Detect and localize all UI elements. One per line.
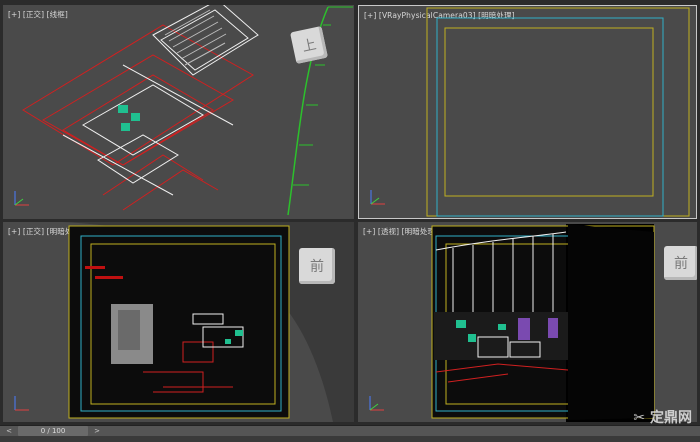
watermark-text: 定鼎网 [650,410,692,426]
time-slider[interactable]: < 0 / 100 > [0,425,700,442]
time-slider-track[interactable] [0,426,700,436]
prev-frame-button[interactable]: < [4,426,14,436]
axis-gizmo-icon [369,396,384,411]
viewport-bottom-right[interactable]: [+] [透视] [明暗处理 + 边面] 前 [358,222,697,422]
time-slider-thumb[interactable]: 0 / 100 [18,426,88,436]
axis-gizmo-icon [14,396,29,411]
viewcube[interactable]: 上 [290,26,328,64]
next-frame-button[interactable]: > [92,426,102,436]
viewport-top-right[interactable]: [+] [VRayPhysicalCamera03] [明暗处理] [358,5,697,219]
watermark-logo-icon: ✂ [633,410,646,426]
perspective-model [431,224,655,422]
axis-gizmo-icon [14,191,29,206]
viewcube-face-label: 上 [300,36,318,56]
camera-frame [426,7,690,217]
viewport-top-left[interactable]: [+] [正交] [线框] 上 [3,5,354,219]
axis-gizmo-icon [370,190,385,205]
viewcube[interactable]: 前 [299,248,335,284]
viewcube-face-label: 前 [310,259,324,275]
viewcube[interactable]: 前 [664,246,697,280]
watermark: ✂ 定鼎网 [633,407,692,427]
viewcube-face-label: 前 [674,256,688,272]
viewport-bottom-left[interactable]: [+] [正交] [明暗处理] 前 [3,222,354,422]
